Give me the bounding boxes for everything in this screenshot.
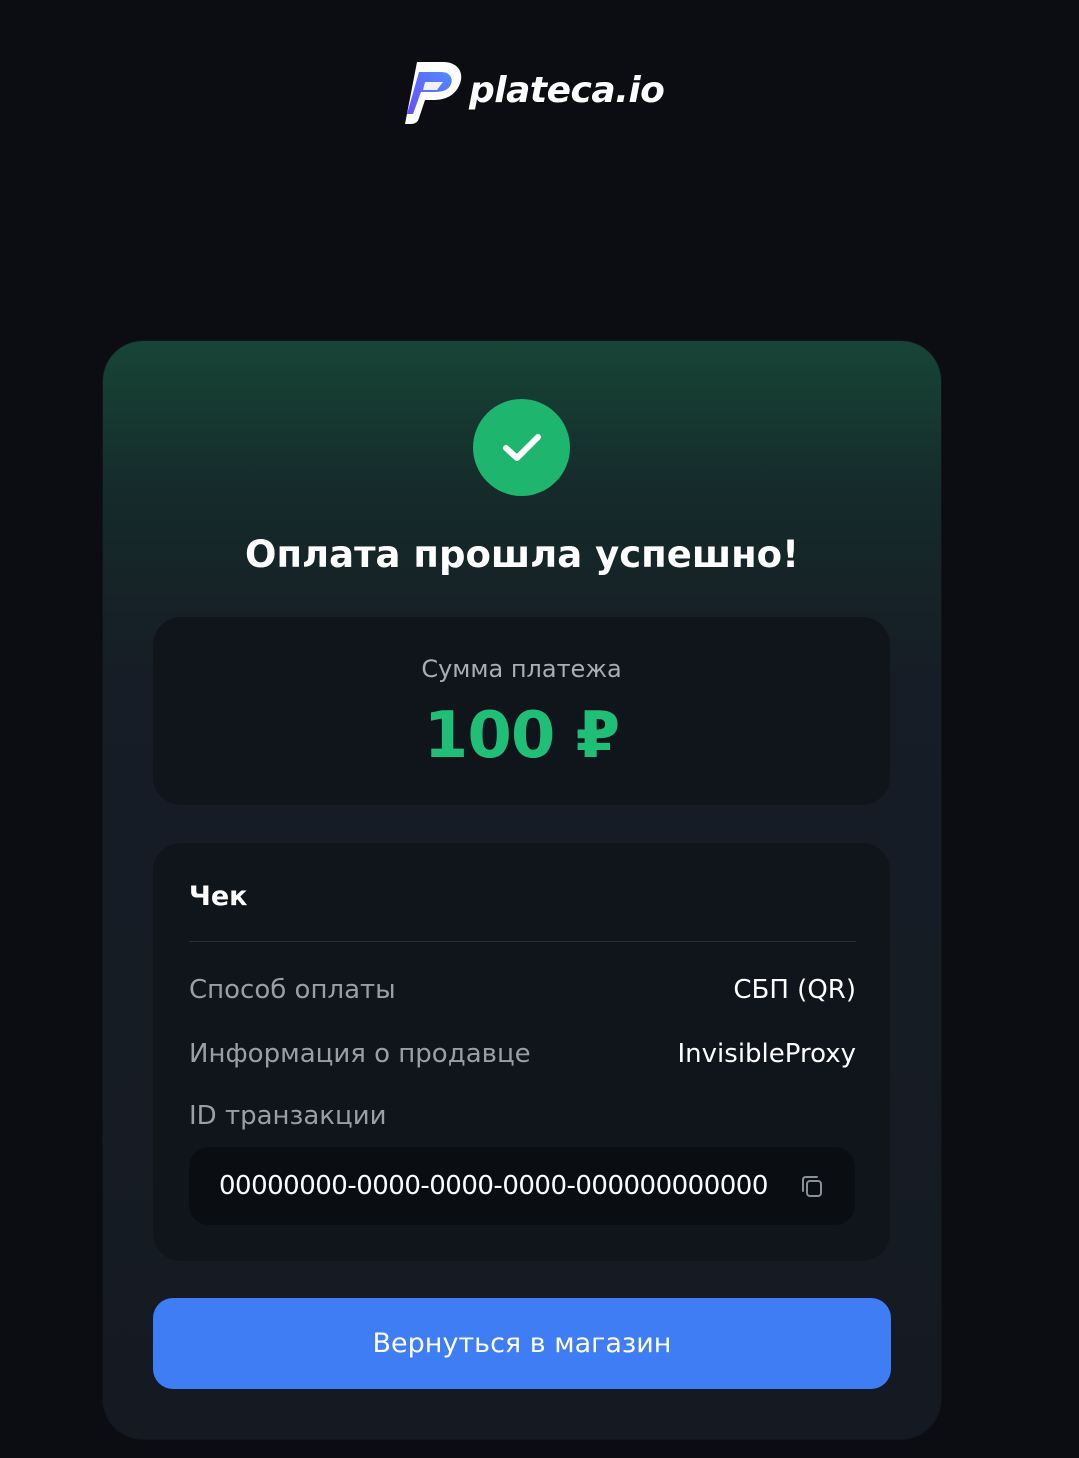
transaction-id-value: 00000000-0000-0000-0000-000000000000 — [219, 1171, 768, 1201]
payment-result-card: Оплата прошла успешно! Сумма платежа 100… — [103, 341, 941, 1439]
back-to-store-button[interactable]: Вернуться в магазин — [153, 1298, 891, 1389]
payment-method-row: Способ оплаты СБП (QR) — [189, 975, 856, 1005]
seller-info-label: Информация о продавце — [189, 1039, 531, 1069]
receipt-panel: Чек Способ оплаты СБП (QR) Информация о … — [153, 843, 890, 1261]
payment-success-page: plateca.io Оплата прошла успешно! Сумма … — [0, 0, 1079, 1458]
payment-method-value: СБП (QR) — [733, 975, 856, 1005]
success-badge — [473, 399, 570, 496]
transaction-id-field: 00000000-0000-0000-0000-000000000000 — [189, 1147, 855, 1225]
copy-icon[interactable] — [797, 1171, 827, 1201]
plateca-logo-icon — [405, 62, 462, 124]
seller-info-value: InvisibleProxy — [677, 1039, 856, 1069]
amount-value: 100 ₽ — [423, 699, 620, 773]
brand-logo[interactable]: plateca.io — [403, 60, 665, 126]
receipt-title: Чек — [189, 881, 248, 912]
checkmark-icon — [502, 433, 541, 461]
amount-label: Сумма платежа — [421, 655, 622, 683]
brand-name: plateca.io — [469, 69, 665, 111]
payment-method-label: Способ оплаты — [189, 975, 396, 1005]
seller-info-row: Информация о продавце InvisibleProxy — [189, 1039, 856, 1069]
amount-panel: Сумма платежа 100 ₽ — [153, 617, 890, 805]
status-title: Оплата прошла успешно! — [245, 533, 799, 576]
receipt-divider — [189, 941, 856, 942]
transaction-id-label: ID транзакции — [189, 1101, 387, 1131]
